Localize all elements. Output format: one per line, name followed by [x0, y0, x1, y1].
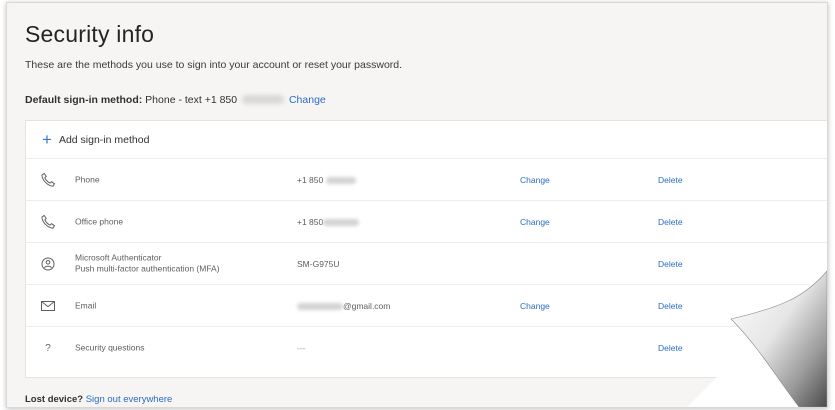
- method-name: Email: [75, 299, 97, 310]
- delete-link[interactable]: Delete: [658, 301, 683, 311]
- method-value: @gmail.com: [297, 301, 390, 311]
- plus-icon: +: [42, 130, 52, 149]
- method-row-authenticator: Microsoft Authenticator Push multi-facto…: [26, 243, 827, 285]
- method-row-office-phone: Office phone +1 850 Change Delete: [26, 201, 827, 243]
- phone-icon: [40, 172, 56, 188]
- page-description: These are the methods you use to sign in…: [25, 59, 403, 71]
- method-value-text: +1 850: [297, 216, 324, 227]
- question-icon: ?: [45, 342, 51, 354]
- redacted-number: [242, 95, 285, 104]
- change-link[interactable]: Change: [520, 175, 550, 185]
- method-row-security-questions: ? Security questions --- Delete: [26, 327, 827, 369]
- method-title: Microsoft Authenticator: [75, 252, 162, 263]
- method-value: SM-G975U: [297, 258, 340, 269]
- method-name: Phone: [75, 173, 100, 184]
- method-name: Office phone: [75, 215, 124, 226]
- security-info-content: Security info These are the methods you …: [25, 3, 827, 407]
- redacted-value: [297, 302, 343, 310]
- method-value: ---: [297, 343, 306, 353]
- lost-device-label: Lost device?: [25, 394, 84, 405]
- method-row-email: Email @gmail.com Change Delete: [26, 285, 827, 327]
- method-subtitle: Push multi-factor authentication (MFA): [75, 263, 220, 274]
- method-value-text: +1 850: [297, 174, 324, 185]
- phone-icon: [40, 214, 56, 230]
- sign-out-everywhere-link[interactable]: Sign out everywhere: [86, 394, 173, 405]
- methods-card: + Add sign-in method Phone +1 850 Change…: [25, 120, 827, 378]
- add-sign-in-method-label: Add sign-in method: [58, 133, 150, 146]
- lost-device-row: Lost device? Sign out everywhere: [25, 394, 172, 405]
- default-method-value: Phone - text +1 850: [145, 94, 238, 106]
- method-value: +1 850: [297, 216, 360, 227]
- redacted-value: [323, 218, 360, 226]
- default-sign-in-method: Default sign-in method: Phone - text +1 …: [25, 94, 326, 106]
- method-value-text: @gmail.com: [343, 300, 391, 311]
- method-row-phone: Phone +1 850 Change Delete: [26, 159, 827, 201]
- delete-link[interactable]: Delete: [658, 259, 683, 269]
- delete-link[interactable]: Delete: [658, 343, 683, 353]
- default-method-label: Default sign-in method:: [25, 94, 143, 106]
- add-sign-in-method-button[interactable]: + Add sign-in method: [26, 121, 827, 159]
- method-value: +1 850: [297, 175, 356, 185]
- mail-icon: [40, 298, 56, 314]
- change-link[interactable]: Change: [520, 301, 550, 311]
- delete-link[interactable]: Delete: [658, 175, 683, 185]
- delete-link[interactable]: Delete: [658, 217, 683, 227]
- method-name: Security questions: [75, 342, 145, 353]
- change-link[interactable]: Change: [520, 217, 550, 227]
- authenticator-icon: [40, 256, 56, 272]
- security-info-window: Security info These are the methods you …: [6, 2, 828, 408]
- page-title: Security info: [25, 21, 155, 47]
- change-default-method-link[interactable]: Change: [289, 94, 326, 106]
- redacted-value: [325, 176, 356, 184]
- method-name: Microsoft Authenticator Push multi-facto…: [75, 252, 220, 275]
